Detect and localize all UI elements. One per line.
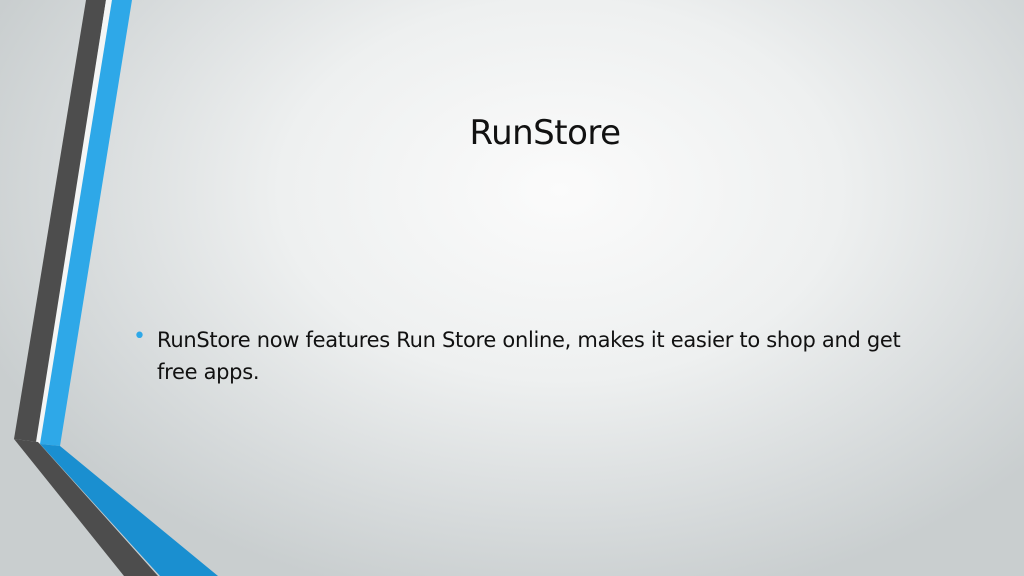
decorative-stripes bbox=[14, 0, 218, 576]
dark-stripe-diagonal bbox=[14, 439, 158, 576]
slide: RunStore • RunStore now features Run Sto… bbox=[0, 0, 1024, 576]
bullet-dot-icon: • bbox=[133, 324, 146, 349]
slide-title: RunStore bbox=[469, 113, 621, 153]
bullet-item: • RunStore now features Run Store online… bbox=[130, 324, 930, 388]
bullet-list: • RunStore now features Run Store online… bbox=[130, 324, 930, 388]
white-stripe-vertical bbox=[36, 0, 112, 444]
bullet-text: RunStore now features Run Store online, … bbox=[157, 328, 901, 384]
